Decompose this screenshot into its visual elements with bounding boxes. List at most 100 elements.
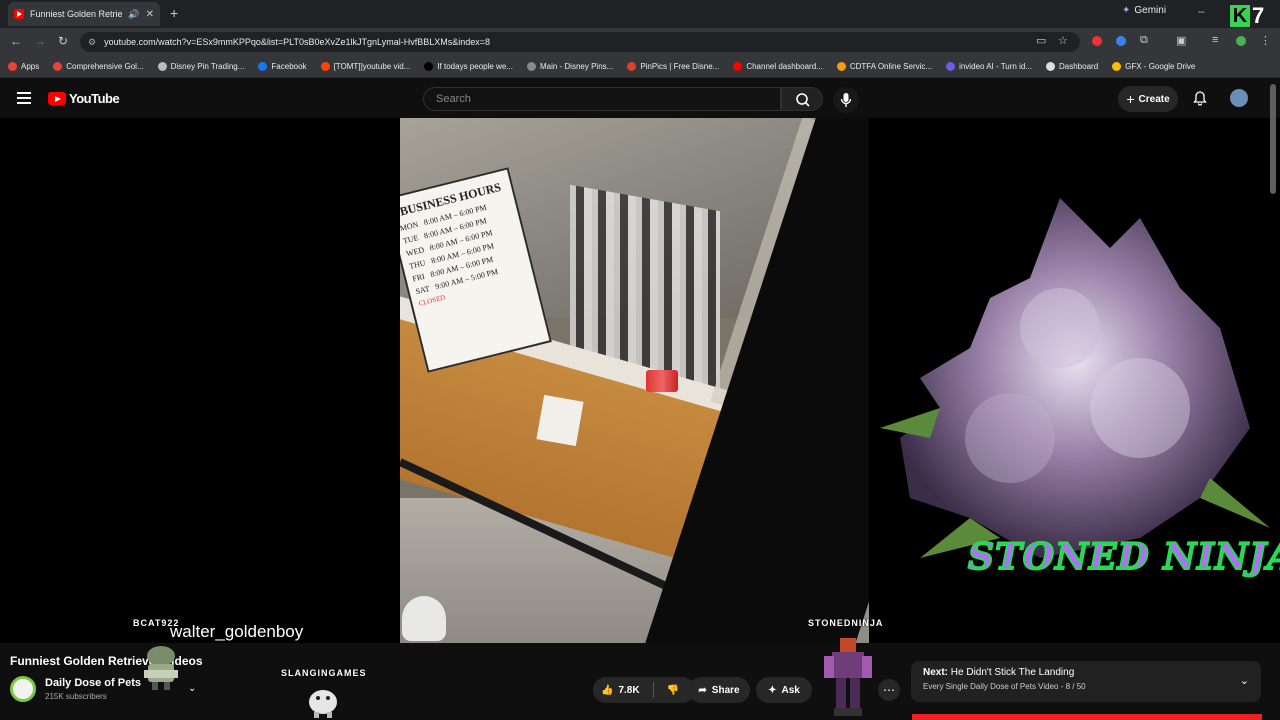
profile-extension-icon[interactable] — [1236, 36, 1246, 46]
forward-icon[interactable]: → — [34, 34, 46, 48]
next-video-card[interactable]: Next: He Didn't Stick The Landing Every … — [911, 661, 1261, 702]
close-tab-icon[interactable]: ✕ — [146, 9, 154, 20]
bookmark-item[interactable]: Dashboard — [1046, 62, 1098, 71]
extension-blue-icon[interactable] — [1116, 36, 1126, 46]
browser-tab-bar: Funniest Golden Retriever V 🔊 ✕ + ✦ Gemi… — [0, 0, 1280, 28]
extension-red-icon[interactable] — [1092, 36, 1102, 46]
bookmark-item[interactable]: Disney Pin Trading... — [157, 62, 245, 71]
channel-name[interactable]: Daily Dose of Pets — [45, 677, 141, 689]
playlist-line: Every Single Daily Dose of Pets Video - … — [923, 682, 1086, 691]
bookmark-favicon-icon — [946, 62, 956, 71]
stoned-ninja-banner: STONED NINJA — [967, 535, 1280, 579]
subscriber-count: 215K subscribers — [45, 692, 107, 701]
create-button[interactable]: + Create — [1118, 86, 1178, 112]
chevron-down-icon[interactable]: ⌄ — [1240, 674, 1249, 687]
more-actions-button[interactable]: ⋯ — [878, 679, 900, 701]
kick-logo-icon: K — [1230, 5, 1250, 27]
microphone-icon — [840, 93, 852, 107]
sign-day: THU — [408, 258, 427, 271]
next-prefix: Next: — [923, 667, 949, 678]
video-frame: BUSINESS HOURS MON 8:00 AM – 6:00 PM TUE 8:… — [400, 118, 869, 643]
cast-icon[interactable]: ▭ — [1036, 34, 1046, 47]
bookmark-item[interactable]: Comprehensive Gol... — [53, 62, 144, 71]
thumbs-up-icon: 👍 — [601, 684, 614, 696]
url-text: youtube.com/watch?v=ESx9mmKPPqo&list=PLT… — [104, 37, 491, 47]
overlay-slanging: SLANGINGAMES — [281, 668, 367, 678]
sign-day: FRI — [411, 271, 426, 284]
bookmark-label: invideo AI - Turn id... — [959, 62, 1032, 71]
ask-button[interactable]: ✦ Ask — [756, 677, 812, 703]
reload-icon[interactable]: ↻ — [58, 34, 68, 48]
bookmark-label: If todays people we... — [437, 62, 513, 71]
badge-number: 7 — [1252, 3, 1265, 28]
search-input[interactable]: Search — [423, 87, 781, 111]
next-thumbnail-strip — [912, 714, 1262, 720]
bookmark-item[interactable]: If todays people we... — [424, 62, 513, 71]
gemini-button[interactable]: ✦ Gemini — [1122, 5, 1166, 16]
gemini-sparkle-icon: ✦ — [1122, 5, 1131, 16]
minimize-icon[interactable]: – — [1198, 4, 1205, 18]
dislike-button[interactable]: 👎 — [667, 685, 679, 696]
sign-day: SAT — [414, 283, 431, 297]
bookmark-favicon-icon — [53, 62, 63, 71]
page-scrollbar[interactable] — [1270, 84, 1276, 194]
ask-label: Ask — [781, 684, 800, 696]
youtube-logo[interactable]: YouTube — [48, 91, 120, 106]
bookmark-label: Comprehensive Gol... — [66, 62, 144, 71]
search-button[interactable] — [781, 87, 823, 111]
bookmark-item[interactable]: Channel dashboard... — [733, 62, 823, 71]
bookmark-favicon-icon — [1112, 62, 1122, 71]
like-dislike-group: 👍 7.8K 👎 — [593, 677, 695, 703]
url-field[interactable]: ⚙ youtube.com/watch?v=ESx9mmKPPqo&list=P… — [80, 32, 1080, 52]
paper-notice — [536, 394, 584, 447]
share-button[interactable]: ➦ Share — [688, 677, 750, 703]
media-icon[interactable]: ≡ — [1212, 34, 1218, 46]
bookmark-favicon-icon — [526, 62, 536, 71]
like-button[interactable]: 👍 7.8K — [601, 685, 640, 696]
bookmark-label: Disney Pin Trading... — [170, 62, 245, 71]
bookmark-item[interactable]: CDTFA Online Servic... — [836, 62, 933, 71]
bookmark-label: Apps — [21, 62, 40, 71]
bookmark-item[interactable]: [TOMT]]youtube vid... — [320, 62, 411, 71]
notifications-button[interactable] — [1192, 90, 1208, 111]
bookmark-item[interactable]: invideo AI - Turn id... — [946, 62, 1032, 71]
bookmark-label: GFX - Google Drive — [1125, 62, 1196, 71]
site-info-icon[interactable]: ⚙ — [88, 37, 96, 48]
youtube-header: YouTube Search + Create — [0, 78, 1280, 118]
bookmark-label: Channel dashboard... — [746, 62, 823, 71]
speaker-icon[interactable]: 🔊 — [128, 9, 139, 20]
bookmark-label: CDTFA Online Servic... — [849, 62, 933, 71]
hamburger-menu-icon[interactable] — [17, 92, 31, 104]
sidepanel-icon[interactable]: ▣ — [1176, 34, 1186, 47]
mech-sprite — [824, 638, 872, 716]
voice-search-button[interactable] — [833, 87, 859, 113]
bookmark-item[interactable]: PinPics | Free Disne... — [627, 62, 719, 71]
bookmark-item[interactable]: Facebook — [258, 62, 307, 71]
bookmark-star-icon[interactable]: ☆ — [1058, 34, 1068, 47]
account-avatar[interactable] — [1230, 89, 1248, 107]
youtube-logo-text: YouTube — [69, 91, 120, 106]
next-title: He Didn't Stick The Landing — [950, 667, 1075, 678]
like-count: 7.8K — [618, 684, 640, 696]
video-player[interactable]: BUSINESS HOURS MON 8:00 AM – 6:00 PM TUE 8:… — [0, 118, 1280, 643]
share-icon: ➦ — [698, 684, 707, 696]
bookmark-item[interactable]: GFX - Google Drive — [1112, 62, 1195, 71]
back-icon[interactable]: ← — [10, 34, 22, 48]
extensions-puzzle-icon[interactable]: ⧉ — [1140, 34, 1148, 47]
youtube-play-icon — [48, 92, 66, 105]
robot-sprite — [144, 646, 178, 690]
bookmark-item[interactable]: Main - Disney Pins... — [526, 62, 614, 71]
bookmark-item[interactable]: Apps — [8, 62, 39, 71]
playlist-name: Every Single Daily Dose of Pets Video — [923, 682, 1059, 691]
bookmark-label: [TOMT]]youtube vid... — [333, 62, 411, 71]
bookmark-label: Main - Disney Pins... — [539, 62, 614, 71]
bookmark-favicon-icon — [8, 62, 17, 71]
bookmark-favicon-icon — [320, 62, 330, 71]
browser-tab[interactable]: Funniest Golden Retriever V 🔊 ✕ — [8, 2, 160, 26]
chevron-down-icon[interactable]: ⌄ — [188, 683, 196, 694]
new-tab-button[interactable]: + — [170, 5, 178, 21]
browser-menu-icon[interactable]: ⋮ — [1260, 34, 1271, 47]
channel-avatar[interactable] — [10, 676, 36, 702]
bookmark-label: Facebook — [271, 62, 307, 71]
sign-day: TUE — [402, 233, 420, 246]
